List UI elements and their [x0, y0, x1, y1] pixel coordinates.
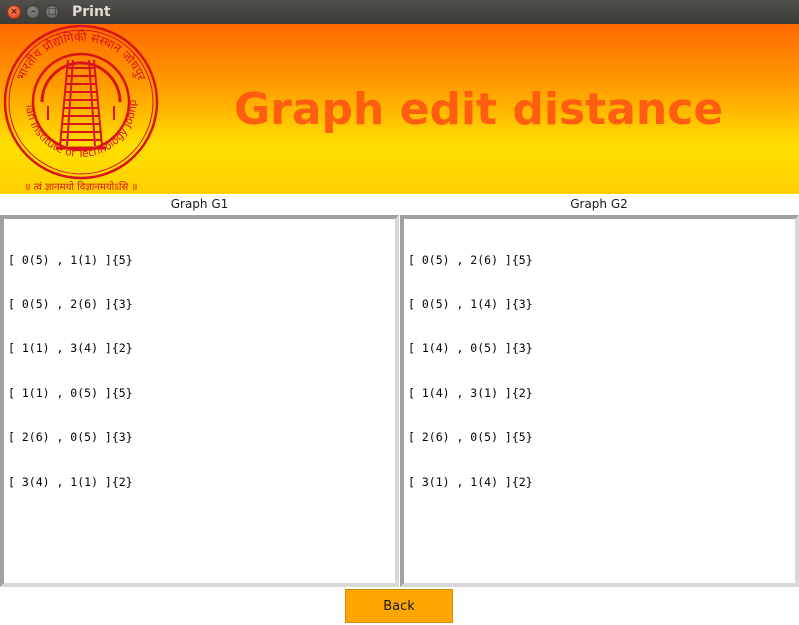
graph-g2-edge-line: [ 1(4) , 0(5) ]{3} [408, 341, 533, 356]
graph-g1-edge-line: [ 1(1) , 0(5) ]{5} [8, 385, 133, 400]
graph-g1-edge-line: [ 0(5) , 2(6) ]{3} [8, 296, 133, 311]
close-icon: × [10, 6, 18, 17]
maximize-window-button[interactable]: □ [45, 5, 59, 19]
minimize-window-button[interactable]: – [26, 5, 40, 19]
graph-g1-edge-line: [ 3(4) , 1(1) ]{2} [8, 474, 133, 489]
graph-g1-label: Graph G1 [170, 197, 229, 211]
back-button[interactable]: Back [345, 589, 453, 623]
maximize-icon: □ [47, 6, 57, 17]
graph-g2-edge-line: [ 3(1) , 1(4) ]{2} [408, 474, 533, 489]
close-window-button[interactable]: × [7, 5, 21, 19]
title-bar: × – □ Print [0, 0, 799, 24]
graph-g2-edge-line: [ 2(6) , 0(5) ]{5} [408, 430, 533, 445]
minimize-icon: – [30, 6, 36, 17]
graph-g1-edge-line: [ 1(1) , 3(4) ]{2} [8, 341, 133, 356]
graph-g2-textarea[interactable]: [ 0(5) , 2(6) ]{5} [ 0(5) , 1(4) ]{3} [ … [400, 215, 799, 587]
graph-g2-edge-line: [ 1(4) , 3(1) ]{2} [408, 385, 533, 400]
graph-g2-edge-line: [ 0(5) , 1(4) ]{3} [408, 296, 533, 311]
app-title: Graph edit distance [234, 84, 724, 135]
iit-jodhpur-logo: भारतीय प्रौद्योगिकी संस्थान जोधपुर India… [2, 24, 159, 193]
window-title: Print [72, 4, 111, 20]
header-banner: भारतीय प्रौद्योगिकी संस्थान जोधपुर India… [0, 24, 799, 194]
graph-g1-edge-line: [ 2(6) , 0(5) ]{3} [8, 430, 133, 445]
logo-motto: ॥ त्वं ज्ञानमयो विज्ञानमयोऽसि ॥ [25, 181, 138, 193]
graph-g2-edge-line: [ 0(5) , 2(6) ]{5} [408, 252, 533, 267]
graph-g2-label: Graph G2 [570, 197, 628, 211]
graph-g1-edge-line: [ 0(5) , 1(1) ]{5} [8, 252, 133, 267]
graph-g1-textarea[interactable]: [ 0(5) , 1(1) ]{5} [ 0(5) , 2(6) ]{3} [ … [0, 215, 399, 587]
print-window: × – □ Print भारतीय प्रौद्योगिकी संस्थान … [0, 0, 799, 625]
